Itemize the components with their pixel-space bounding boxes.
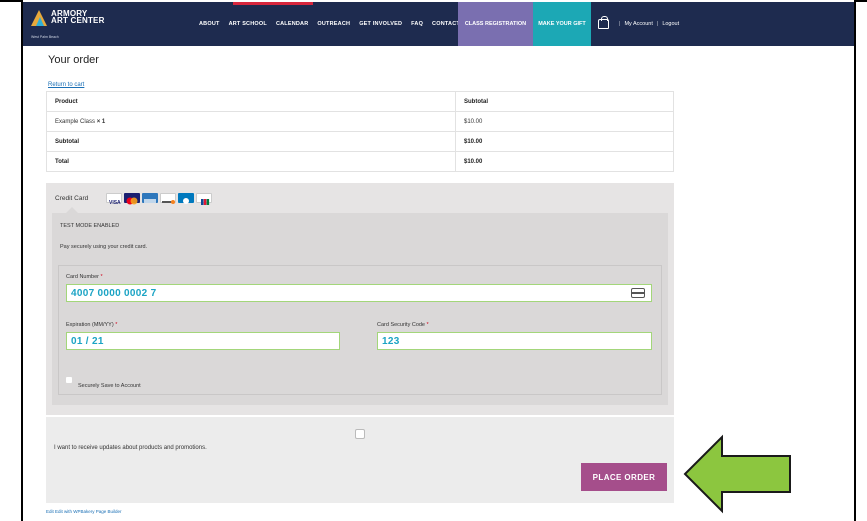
logout-link[interactable]: Logout xyxy=(662,21,679,27)
svg-text:VISA: VISA xyxy=(109,200,121,206)
card-fields-fieldset: Card Number * 4007 0000 0002 7 Expiratio… xyxy=(58,265,662,395)
test-mode-notice: TEST MODE ENABLED xyxy=(60,223,120,229)
amex-icon xyxy=(142,193,158,203)
table-row: Subtotal $10.00 xyxy=(46,131,674,152)
nav-link-art-school[interactable]: ART SCHOOL xyxy=(229,21,267,27)
column-header-subtotal: Subtotal xyxy=(455,91,674,112)
site-logo[interactable]: ARMORY ART CENTER xyxy=(31,10,105,28)
order-review-table: Product Subtotal Example Class × 1 $10.0… xyxy=(46,91,674,172)
nav-links: ABOUT ART SCHOOL CALENDAR OUTREACH GET I… xyxy=(199,2,469,46)
payment-description: Pay securely using your credit card. xyxy=(60,244,148,250)
credit-card-form-panel: TEST MODE ENABLED Pay securely using you… xyxy=(52,207,668,405)
nav-separator: | xyxy=(656,21,659,27)
nav-link-get-involved[interactable]: GET INVOLVED xyxy=(359,21,402,27)
place-order-section: I want to receive updates about products… xyxy=(46,417,674,503)
nav-link-contact[interactable]: CONTACT xyxy=(432,21,460,27)
card-number-value: 4007 0000 0002 7 xyxy=(71,287,157,299)
logo-subtitle: West Palm Beach xyxy=(31,35,59,39)
nav-make-your-gift-button[interactable]: MAKE YOUR GIFT xyxy=(533,2,591,46)
column-header-product: Product xyxy=(46,91,456,112)
logo-text: ARMORY ART CENTER xyxy=(51,10,105,25)
mastercard-icon xyxy=(124,193,140,205)
credit-card-icon xyxy=(631,288,645,298)
card-brand-logos: VISA xyxy=(106,193,214,206)
promotions-checkbox[interactable] xyxy=(355,429,365,439)
expiration-label: Expiration (MM/YY) * xyxy=(66,322,118,328)
security-code-input[interactable]: 123 xyxy=(377,332,652,350)
place-order-button[interactable]: PLACE ORDER xyxy=(581,463,667,491)
security-code-label: Card Security Code * xyxy=(377,322,429,328)
jcb-icon xyxy=(196,193,212,205)
visa-icon: VISA xyxy=(106,193,122,206)
card-number-input[interactable]: 4007 0000 0002 7 xyxy=(66,284,652,302)
nav-link-about[interactable]: ABOUT xyxy=(199,21,220,27)
expiration-value: 01 / 21 xyxy=(71,335,104,347)
security-code-value: 123 xyxy=(382,335,400,347)
nav-link-outreach[interactable]: OUTREACH xyxy=(317,21,350,27)
promotions-label: I want to receive updates about products… xyxy=(54,445,207,451)
card-number-label: Card Number * xyxy=(66,274,103,280)
logo-icon xyxy=(31,10,47,28)
payment-section: Credit Card VISA TEST MODE ENABLED Pay s… xyxy=(46,183,674,415)
table-row: Total $10.00 xyxy=(46,151,674,172)
green-arrow-annotation xyxy=(683,434,791,514)
subtotal-value: $10.00 xyxy=(455,131,674,152)
discover-icon xyxy=(160,193,176,204)
table-row: Example Class × 1 $10.00 xyxy=(46,111,674,132)
nav-link-faq[interactable]: FAQ xyxy=(411,21,423,27)
nav-account-area: | My Account | Logout xyxy=(598,2,679,46)
product-quantity: × 1 xyxy=(96,118,106,125)
top-navigation: ARMORY ART CENTER West Palm Beach ABOUT … xyxy=(23,2,854,46)
my-account-link[interactable]: My Account xyxy=(624,21,652,27)
product-cell: Example Class × 1 xyxy=(46,111,456,132)
expiration-input[interactable]: 01 / 21 xyxy=(66,332,340,350)
return-to-cart-link[interactable]: Return to cart xyxy=(48,82,84,88)
total-value: $10.00 xyxy=(455,151,674,172)
diners-club-icon xyxy=(178,193,194,204)
save-to-account-label: Securely Save to Account xyxy=(78,383,141,389)
shopping-bag-icon[interactable] xyxy=(598,16,609,29)
table-header-row: Product Subtotal xyxy=(46,91,674,112)
nav-separator: | xyxy=(619,21,621,27)
credit-card-radio-label[interactable]: Credit Card xyxy=(55,195,88,202)
edit-page-builder-link[interactable]: Edit Edit with WPBakery Page Builder xyxy=(46,509,122,514)
total-label: Total xyxy=(46,151,456,172)
product-name: Example Class xyxy=(55,118,96,125)
subtotal-label: Subtotal xyxy=(46,131,456,152)
save-to-account-checkbox[interactable] xyxy=(66,377,72,383)
subtotal-cell: $10.00 xyxy=(455,111,674,132)
logo-line-2: ART CENTER xyxy=(51,16,105,25)
nav-link-calendar[interactable]: CALENDAR xyxy=(276,21,308,27)
page-title: Your order xyxy=(48,54,99,66)
nav-class-registration-button[interactable]: CLASS REGISTRATION xyxy=(458,2,533,46)
